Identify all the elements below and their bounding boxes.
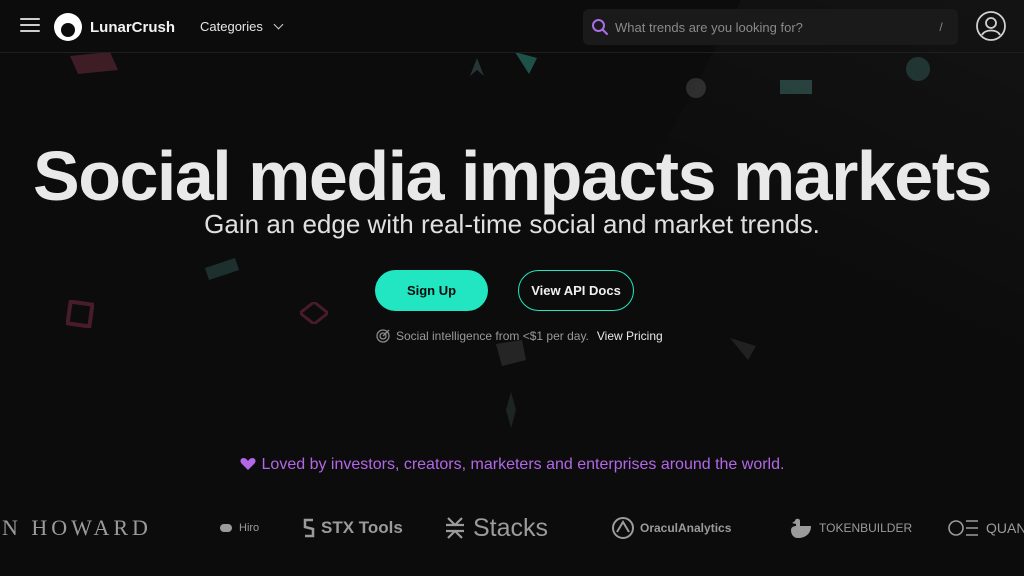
- partner-logos: N HOWARD Hiro STX Tools Stacks OraculAna…: [0, 508, 1024, 548]
- floating-shape: [506, 392, 516, 428]
- duck-icon: [791, 518, 811, 538]
- floating-shape: [780, 80, 812, 94]
- floating-shape: [686, 78, 706, 98]
- loved-by-label: Loved by investors, creators, marketers …: [261, 456, 785, 473]
- view-pricing-link[interactable]: View Pricing: [597, 329, 663, 343]
- hamburger-menu-icon[interactable]: [20, 18, 40, 34]
- lunarcrush-logo-icon: [54, 13, 82, 41]
- brand-name: LunarCrush: [90, 18, 176, 36]
- light-beam: [485, 0, 1024, 480]
- floating-shape: [300, 302, 328, 324]
- search-input[interactable]: [615, 19, 932, 35]
- quan-icon: [948, 520, 978, 536]
- partner-logo-hiro: Hiro: [219, 508, 259, 548]
- stx-tools-icon: [303, 518, 315, 538]
- view-api-docs-button[interactable]: View API Docs: [518, 270, 634, 311]
- partner-logo-oraculanalytics: OraculAnalytics: [612, 508, 731, 548]
- floating-shape: [470, 58, 484, 76]
- search-icon: [592, 19, 608, 35]
- floating-shape: [496, 340, 526, 366]
- sign-up-button[interactable]: Sign Up: [375, 270, 488, 311]
- brand-logo[interactable]: LunarCrush: [54, 13, 175, 41]
- floating-shape: [906, 57, 930, 81]
- categories-label: Categories: [200, 19, 263, 34]
- target-icon: [376, 329, 390, 343]
- floating-shape: [515, 52, 537, 74]
- floating-shape: [70, 52, 118, 74]
- stacks-icon: [446, 517, 464, 539]
- search-bar[interactable]: /: [583, 9, 958, 45]
- pricing-note: Social intelligence from <$1 per day. Vi…: [376, 329, 663, 343]
- hero-headline: Social media impacts markets: [33, 137, 992, 215]
- categories-dropdown[interactable]: Categories: [200, 19, 284, 34]
- top-navigation: LunarCrush Categories /: [0, 0, 1024, 53]
- partner-logo-quan: QUAN: [948, 508, 1024, 548]
- partner-logo-stx-tools: STX Tools: [303, 508, 403, 548]
- background-decoration: [0, 0, 1024, 576]
- hero-subheadline: Gain an edge with real-time social and m…: [204, 209, 820, 239]
- floating-shape: [66, 300, 94, 328]
- hiro-icon: [220, 524, 232, 532]
- chevron-down-icon: [273, 19, 284, 30]
- search-shortcut-hint: /: [939, 20, 943, 34]
- partner-logo-tokenbuilder: TOKENBUILDER: [789, 508, 912, 548]
- oracul-icon: [612, 517, 634, 539]
- partner-logo-stacks: Stacks: [443, 508, 548, 548]
- partner-logo-howard: N HOWARD: [2, 515, 152, 540]
- purple-heart-icon: [239, 458, 256, 470]
- pricing-text: Social intelligence from <$1 per day.: [396, 329, 589, 343]
- user-account-icon[interactable]: [975, 10, 1007, 42]
- floating-shape: [730, 338, 756, 360]
- loved-by-text: Loved by investors, creators, marketers …: [0, 456, 1024, 474]
- floating-shape: [205, 258, 239, 280]
